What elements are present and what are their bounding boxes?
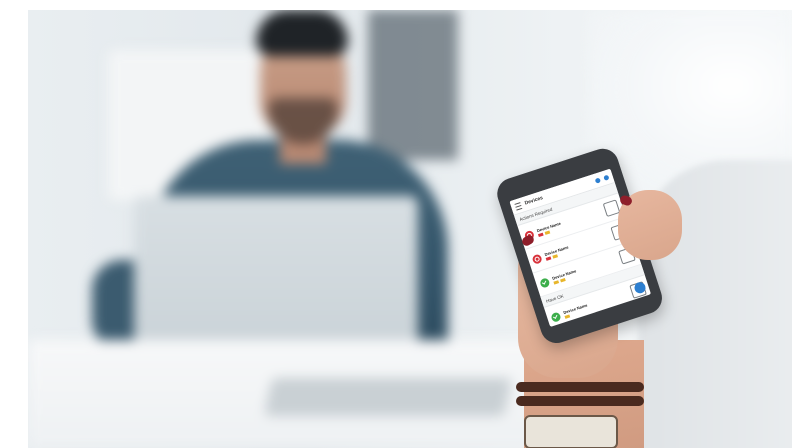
status-chip (544, 230, 551, 235)
watch (524, 415, 618, 448)
office-photo: Devices Actions Required Device Name Dev… (28, 10, 792, 448)
dark-shelf (368, 10, 458, 160)
status-chip (559, 277, 566, 282)
status-chip (552, 253, 558, 259)
laptop (134, 196, 418, 362)
bracelet (516, 382, 644, 392)
ok-icon (550, 311, 562, 323)
man-beard (268, 98, 338, 144)
alert-icon (531, 253, 543, 265)
ok-icon (539, 276, 551, 289)
status-chip (553, 279, 559, 285)
tablet-on-desk (263, 378, 513, 416)
status-chip (564, 313, 571, 319)
filter-icon[interactable] (594, 176, 601, 184)
man-hair (256, 10, 348, 56)
add-icon[interactable] (603, 174, 610, 181)
bracelet (516, 396, 644, 406)
status-chip (545, 255, 552, 261)
menu-icon[interactable] (514, 201, 523, 211)
status-chip (537, 232, 544, 237)
